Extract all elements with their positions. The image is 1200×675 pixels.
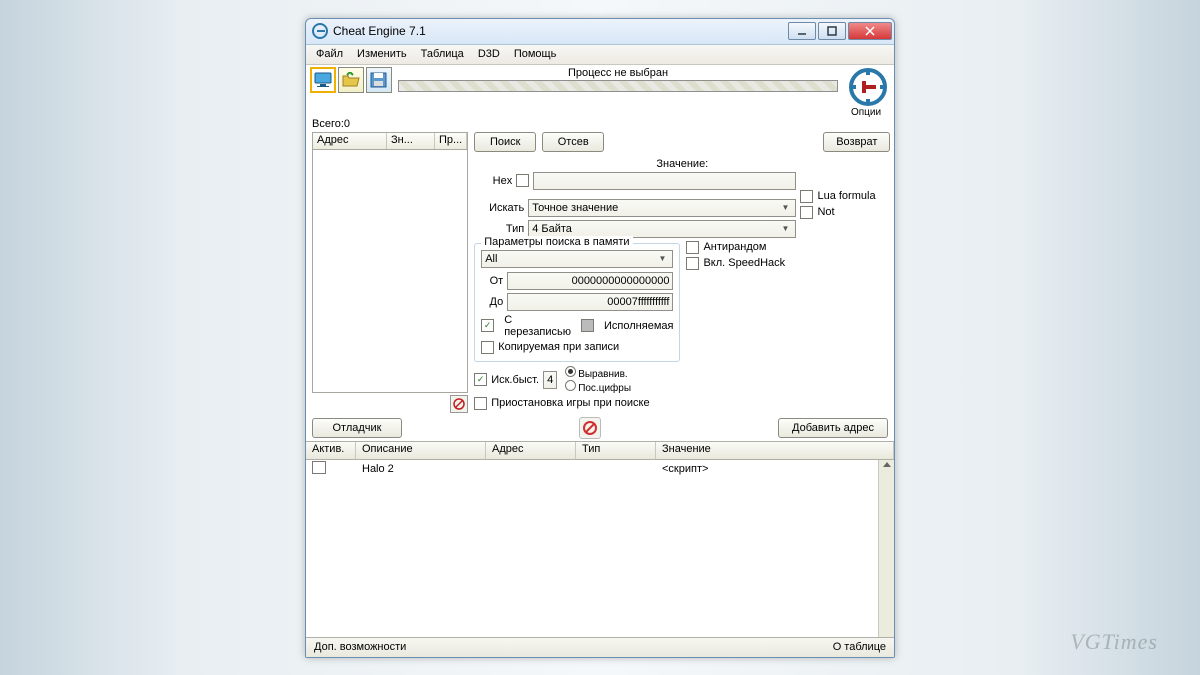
memory-view-button[interactable]: Отладчик xyxy=(312,418,402,438)
range-to-input[interactable]: 00007fffffffffff xyxy=(507,293,673,311)
chevron-down-icon: ▼ xyxy=(778,224,792,233)
app-icon xyxy=(312,23,328,39)
value-input[interactable] xyxy=(533,172,796,190)
menu-d3d[interactable]: D3D xyxy=(472,46,506,62)
range-from-input[interactable]: 0000000000000000 xyxy=(507,272,673,290)
toolbar: Процесс не выбран Опции xyxy=(306,65,894,118)
undo-scan-button[interactable]: Возврат xyxy=(823,132,890,152)
fast-scan-value-input[interactable]: 4 xyxy=(543,371,557,389)
open-process-button[interactable] xyxy=(310,67,336,93)
action-row: Отладчик Добавить адрес xyxy=(306,415,894,441)
window-buttons xyxy=(788,22,892,40)
lua-formula-checkbox[interactable] xyxy=(800,190,813,203)
window-title: Cheat Engine 7.1 xyxy=(333,24,788,38)
menubar: Файл Изменить Таблица D3D Помощь xyxy=(306,45,894,65)
results-list[interactable] xyxy=(312,150,468,393)
scan-type-label: Искать xyxy=(474,202,524,214)
col-type[interactable]: Тип xyxy=(576,442,656,459)
col-previous[interactable]: Пр... xyxy=(435,133,467,149)
value-label: Значение: xyxy=(474,158,890,170)
options-link[interactable]: Опции xyxy=(851,107,881,118)
last-digits-radio[interactable] xyxy=(565,380,576,391)
save-file-button[interactable] xyxy=(366,67,392,93)
progress-bar xyxy=(398,80,838,92)
open-file-button[interactable] xyxy=(338,67,364,93)
hex-checkbox[interactable] xyxy=(516,174,529,187)
memory-region-select[interactable]: All▼ xyxy=(481,250,673,268)
chevron-down-icon: ▼ xyxy=(778,203,792,212)
memory-options-group: Параметры поиска в памяти All▼ От 000000… xyxy=(474,243,680,362)
scan-type-select[interactable]: Точное значение▼ xyxy=(528,199,796,217)
clear-list-button[interactable] xyxy=(450,395,468,413)
table-row[interactable]: Halo 2 <скрипт> xyxy=(306,460,894,478)
floppy-icon xyxy=(370,72,388,88)
process-label: Процесс не выбран xyxy=(568,67,668,79)
scroll-up-icon xyxy=(883,462,891,467)
copy-on-write-checkbox[interactable] xyxy=(481,341,494,354)
row-value[interactable]: <скрипт> xyxy=(656,463,894,475)
results-header: Адрес Зн... Пр... xyxy=(312,132,468,150)
statusbar: Доп. возможности О таблице xyxy=(306,637,894,657)
menu-help[interactable]: Помощь xyxy=(508,46,563,62)
antirandom-checkbox[interactable] xyxy=(686,241,699,254)
speedhack-checkbox[interactable] xyxy=(686,257,699,270)
scrollbar-vertical[interactable] xyxy=(878,460,894,637)
alignment-radio[interactable] xyxy=(565,366,576,377)
slash-circle-icon xyxy=(452,397,466,411)
clear-cheats-button[interactable] xyxy=(579,417,601,439)
watermark: VGTimes xyxy=(1070,629,1158,655)
minimize-button[interactable] xyxy=(788,22,816,40)
hex-label: Hex xyxy=(474,175,512,187)
scan-panel: Поиск Отсев Возврат Значение: Hex Искать xyxy=(474,132,890,413)
executable-checkbox[interactable] xyxy=(581,319,594,332)
maximize-button[interactable] xyxy=(818,22,846,40)
cheat-table-body[interactable]: Halo 2 <скрипт> xyxy=(306,460,894,637)
status-left[interactable]: Доп. возможности xyxy=(314,641,406,653)
col-value[interactable]: Значение xyxy=(656,442,894,459)
monitor-icon xyxy=(314,72,332,88)
close-button[interactable] xyxy=(848,22,892,40)
app-window: Cheat Engine 7.1 Файл Изменить Таблица D… xyxy=(305,18,895,658)
status-right[interactable]: О таблице xyxy=(833,641,886,653)
toolbar-buttons xyxy=(310,67,392,93)
folder-open-icon xyxy=(342,72,360,88)
cheat-engine-logo-icon[interactable] xyxy=(848,67,888,107)
writable-checkbox[interactable] xyxy=(481,319,494,332)
fast-scan-checkbox[interactable] xyxy=(474,373,487,386)
first-scan-button[interactable]: Поиск xyxy=(474,132,536,152)
col-value[interactable]: Зн... xyxy=(387,133,435,149)
cheat-table-header: Актив. Описание Адрес Тип Значение xyxy=(306,442,894,460)
main-area: Адрес Зн... Пр... Поиск Отсев Возврат Зн… xyxy=(306,130,894,415)
pause-game-checkbox[interactable] xyxy=(474,397,487,410)
titlebar: Cheat Engine 7.1 xyxy=(306,19,894,45)
not-checkbox[interactable] xyxy=(800,206,813,219)
results-panel: Адрес Зн... Пр... xyxy=(312,132,468,413)
found-count: Всего:0 xyxy=(306,118,894,130)
side-options: Антирандом Вкл. SpeedHack xyxy=(686,241,796,362)
next-scan-button[interactable]: Отсев xyxy=(542,132,604,152)
col-description[interactable]: Описание xyxy=(356,442,486,459)
menu-file[interactable]: Файл xyxy=(310,46,349,62)
col-address[interactable]: Адрес xyxy=(313,133,387,149)
cheat-table: Актив. Описание Адрес Тип Значение Halo … xyxy=(306,441,894,637)
row-description[interactable]: Halo 2 xyxy=(356,463,486,475)
formula-options: Lua formula Not xyxy=(800,190,890,222)
col-active[interactable]: Актив. xyxy=(306,442,356,459)
add-address-button[interactable]: Добавить адрес xyxy=(778,418,888,438)
no-entry-icon xyxy=(582,420,598,436)
value-type-label: Тип xyxy=(474,223,524,235)
menu-edit[interactable]: Изменить xyxy=(351,46,413,62)
progress-area: Процесс не выбран xyxy=(398,67,838,92)
menu-table[interactable]: Таблица xyxy=(415,46,470,62)
row-active-checkbox[interactable] xyxy=(312,461,326,474)
col-addr[interactable]: Адрес xyxy=(486,442,576,459)
chevron-down-icon: ▼ xyxy=(655,254,669,263)
